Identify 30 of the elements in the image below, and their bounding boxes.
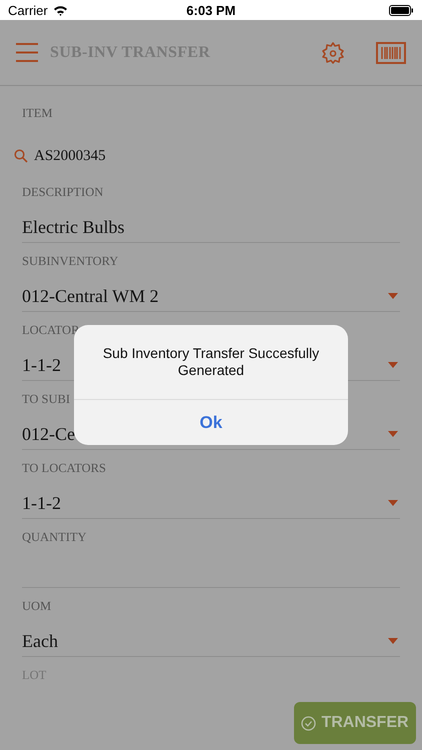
barcode-scan-icon[interactable]: [376, 42, 406, 64]
wifi-icon: [52, 4, 68, 16]
dropdown-arrow-icon: [388, 293, 398, 299]
dropdown-arrow-icon: [388, 431, 398, 437]
carrier-name: Carrier: [8, 2, 48, 18]
field-label: SUBINVENTORY: [22, 254, 118, 270]
dropdown-value[interactable]: 1-1-2: [22, 492, 61, 514]
field-label: UOM: [22, 599, 52, 615]
dropdown-arrow-icon: [388, 500, 398, 506]
battery-icon: [388, 4, 414, 16]
dropdown-value[interactable]: Each: [22, 630, 58, 652]
menu-icon[interactable]: [16, 43, 38, 62]
dropdown-arrow-icon: [388, 638, 398, 644]
dropdown-arrow-icon: [388, 362, 398, 368]
field-label: QUANTITY: [22, 530, 87, 546]
field-value: Electric Bulbs: [22, 216, 124, 238]
status-time: 6:03 PM: [186, 2, 236, 18]
field-label: TO LOCATORS: [22, 461, 106, 477]
check-circle-icon: [301, 716, 316, 730]
ok-button[interactable]: Ok: [74, 400, 348, 445]
field-label: DESCRIPTION: [22, 185, 104, 201]
field-label: LOCATOR: [22, 323, 80, 339]
settings-icon[interactable]: [322, 42, 344, 64]
dropdown-value[interactable]: 012-Ce: [22, 424, 75, 444]
field-label: TO SUBI: [22, 392, 70, 408]
dropdown-value[interactable]: 1-1-2: [22, 354, 61, 376]
search-icon[interactable]: [14, 149, 28, 163]
item-field[interactable]: AS2000345: [34, 148, 106, 164]
field-label: ITEM: [22, 106, 53, 122]
dropdown-value[interactable]: 012-Central WM 2: [22, 286, 159, 306]
